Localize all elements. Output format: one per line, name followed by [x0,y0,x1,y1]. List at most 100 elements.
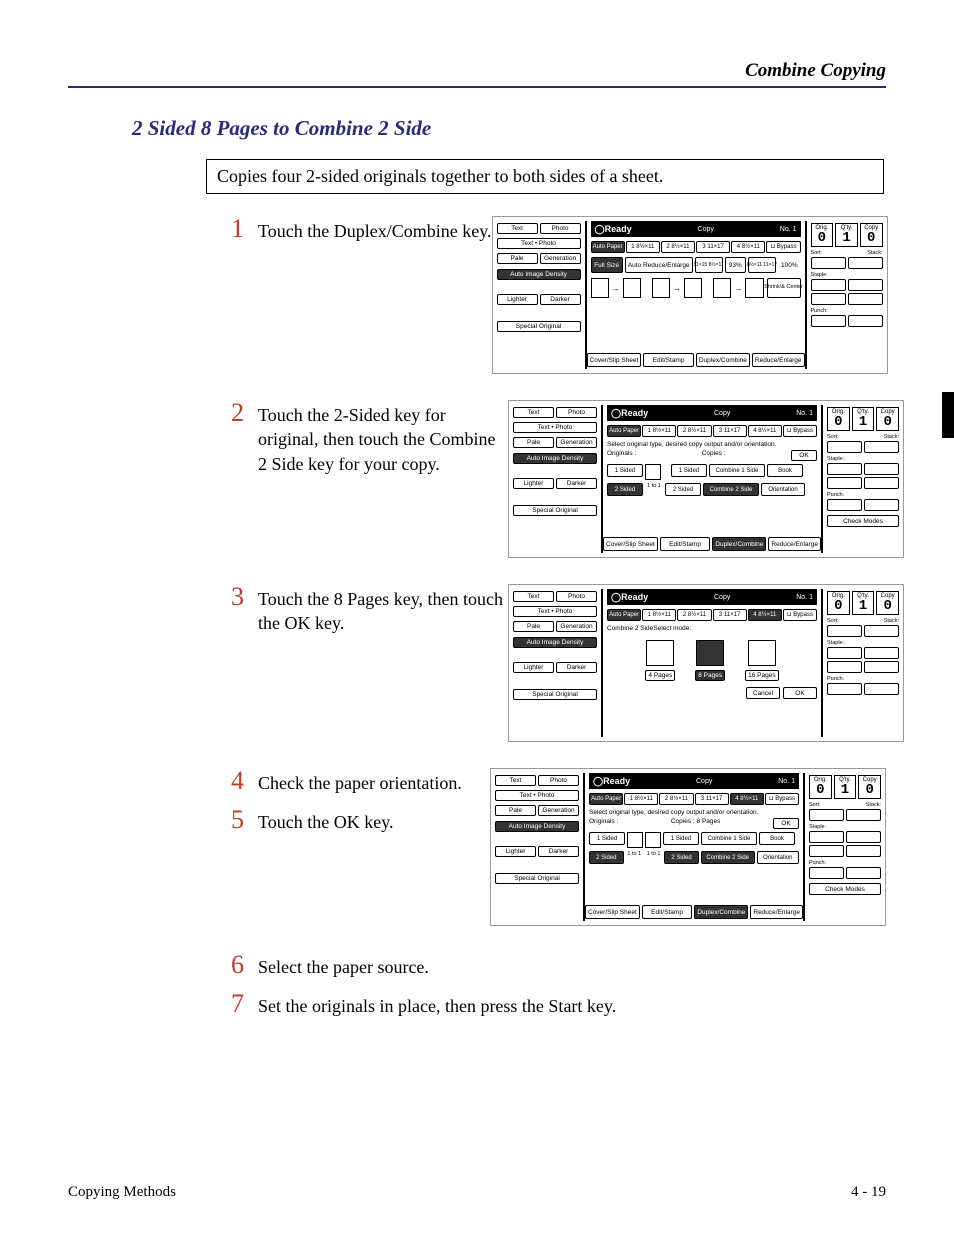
one-sided-copy-button[interactable]: 1 Sided [671,464,707,477]
lighter-button[interactable]: Lighter [513,662,554,673]
cover-slip-sheet-button[interactable]: Cover/Slip Sheet [585,905,640,919]
sixteen-pages-icon[interactable] [748,640,776,666]
edit-stamp-button[interactable]: Edit/Stamp [642,905,693,919]
tray-2-button[interactable]: 2 8½×11 [661,241,695,253]
two-sided-button[interactable]: 2 Sided [589,851,624,864]
special-original-button[interactable]: Special Original [513,505,597,516]
reduce-enlarge-button[interactable]: Reduce/Enlarge [752,353,805,367]
book-button[interactable]: Book [759,832,795,845]
punch-option[interactable] [864,499,899,511]
sixteen-pages-button[interactable]: 16 Pages [745,670,778,681]
orientation-button[interactable]: Orientation [757,851,799,864]
staple-option[interactable] [827,463,862,475]
pale-button[interactable]: Pale [513,621,554,632]
bypass-button[interactable]: ⊔ Bypass [783,609,817,621]
combine-icon[interactable] [684,278,702,298]
edit-stamp-button[interactable]: Edit/Stamp [643,353,694,367]
combine-1-side-button[interactable]: Combine 1 Side [701,832,757,845]
staple-option[interactable] [809,845,844,857]
tray-4-button[interactable]: 4 8½×11 [748,609,782,621]
photo-button[interactable]: Photo [556,407,597,418]
tray-4-button[interactable]: 4 8½×11 [730,793,764,805]
punch-option[interactable] [864,683,899,695]
cover-slip-sheet-button[interactable]: Cover/Slip Sheet [587,353,642,367]
staple-option[interactable] [848,293,883,305]
punch-option[interactable] [846,867,881,879]
one-sided-button[interactable]: 1 Sided [589,832,625,845]
staple-option[interactable] [846,845,881,857]
generation-button[interactable]: Generation [538,805,579,816]
auto-paper-button[interactable]: Auto Paper [607,425,641,437]
staple-option[interactable] [864,477,899,489]
auto-density-button[interactable]: Auto Image Density [513,453,597,464]
lighter-button[interactable]: Lighter [513,478,554,489]
ok-button[interactable]: OK [791,450,817,461]
tray-1-button[interactable]: 1 8½×11 [624,793,658,805]
ratio-2[interactable]: 8½×11 11×17 [748,257,776,273]
text-photo-button[interactable]: Text • Photo [513,606,597,617]
photo-button[interactable]: Photo [538,775,579,786]
punch-option[interactable] [809,867,844,879]
staple-option[interactable] [848,279,883,291]
sort-option[interactable] [827,625,862,637]
shrink-center-button[interactable]: Shrink/& Center [767,278,801,298]
one-sided-button[interactable]: 1 Sided [607,464,643,477]
text-button[interactable]: Text [513,407,554,418]
tray-2-button[interactable]: 2 8½×11 [677,609,711,621]
sort-option[interactable] [864,441,899,453]
text-photo-button[interactable]: Text • Photo [513,422,597,433]
sort-option[interactable] [827,441,862,453]
four-pages-icon[interactable] [646,640,674,666]
combine-2-side-button[interactable]: Combine 2 Side [703,483,759,496]
two-sided-copy-button[interactable]: 2 Sided [664,851,699,864]
ratio-1[interactable]: 11×15 8½×11 [695,257,723,273]
tray-4-button[interactable]: 4 8½×11 [731,241,765,253]
special-original-button[interactable]: Special Original [495,873,579,884]
check-modes-button[interactable]: Check Modes [809,883,881,895]
tray-4-button[interactable]: 4 8½×11 [748,425,782,437]
auto-reduce-enlarge-button[interactable]: Auto Reduce/Enlarge [625,257,693,273]
tray-3-button[interactable]: 3 11×17 [696,241,730,253]
edit-stamp-button[interactable]: Edit/Stamp [660,537,711,551]
punch-option[interactable] [827,683,862,695]
reduce-enlarge-button[interactable]: Reduce/Enlarge [750,905,803,919]
pale-button[interactable]: Pale [513,437,554,448]
darker-button[interactable]: Darker [540,294,581,305]
text-button[interactable]: Text [495,775,536,786]
combine-2-side-button[interactable]: Combine 2 Side [701,851,755,864]
combine-icon[interactable] [652,278,670,298]
generation-button[interactable]: Generation [556,621,597,632]
pale-button[interactable]: Pale [495,805,536,816]
tray-1-button[interactable]: 1 8½×11 [642,425,676,437]
eight-pages-button[interactable]: 8 Pages [695,670,725,681]
text-button[interactable]: Text [497,223,538,234]
darker-button[interactable]: Darker [556,478,597,489]
staple-option[interactable] [864,661,899,673]
auto-density-button[interactable]: Auto Image Density [497,269,581,280]
auto-density-button[interactable]: Auto Image Density [495,821,579,832]
auto-paper-button[interactable]: Auto Paper [607,609,641,621]
staple-option[interactable] [864,463,899,475]
bypass-button[interactable]: ⊔ Bypass [783,425,817,437]
special-original-button[interactable]: Special Original [513,689,597,700]
special-original-button[interactable]: Special Original [497,321,581,332]
ok-button[interactable]: OK [773,818,799,829]
bypass-button[interactable]: ⊔ Bypass [765,793,799,805]
bypass-button[interactable]: ⊔ Bypass [766,241,800,253]
tray-1-button[interactable]: 1 8½×11 [642,609,676,621]
eight-pages-icon[interactable] [696,640,724,666]
staple-option[interactable] [827,661,862,673]
full-size-button[interactable]: Full Size [591,257,623,273]
duplex-combine-button[interactable]: Duplex/Combine [696,353,750,367]
text-photo-button[interactable]: Text • Photo [497,238,581,249]
staple-option[interactable] [811,293,846,305]
photo-button[interactable]: Photo [556,591,597,602]
two-sided-button[interactable]: 2 Sided [607,483,643,496]
staple-option[interactable] [827,477,862,489]
staple-option[interactable] [846,831,881,843]
text-photo-button[interactable]: Text • Photo [495,790,579,801]
punch-option[interactable] [848,315,883,327]
punch-option[interactable] [827,499,862,511]
layout-icon[interactable] [745,278,763,298]
layout-icon[interactable] [713,278,731,298]
